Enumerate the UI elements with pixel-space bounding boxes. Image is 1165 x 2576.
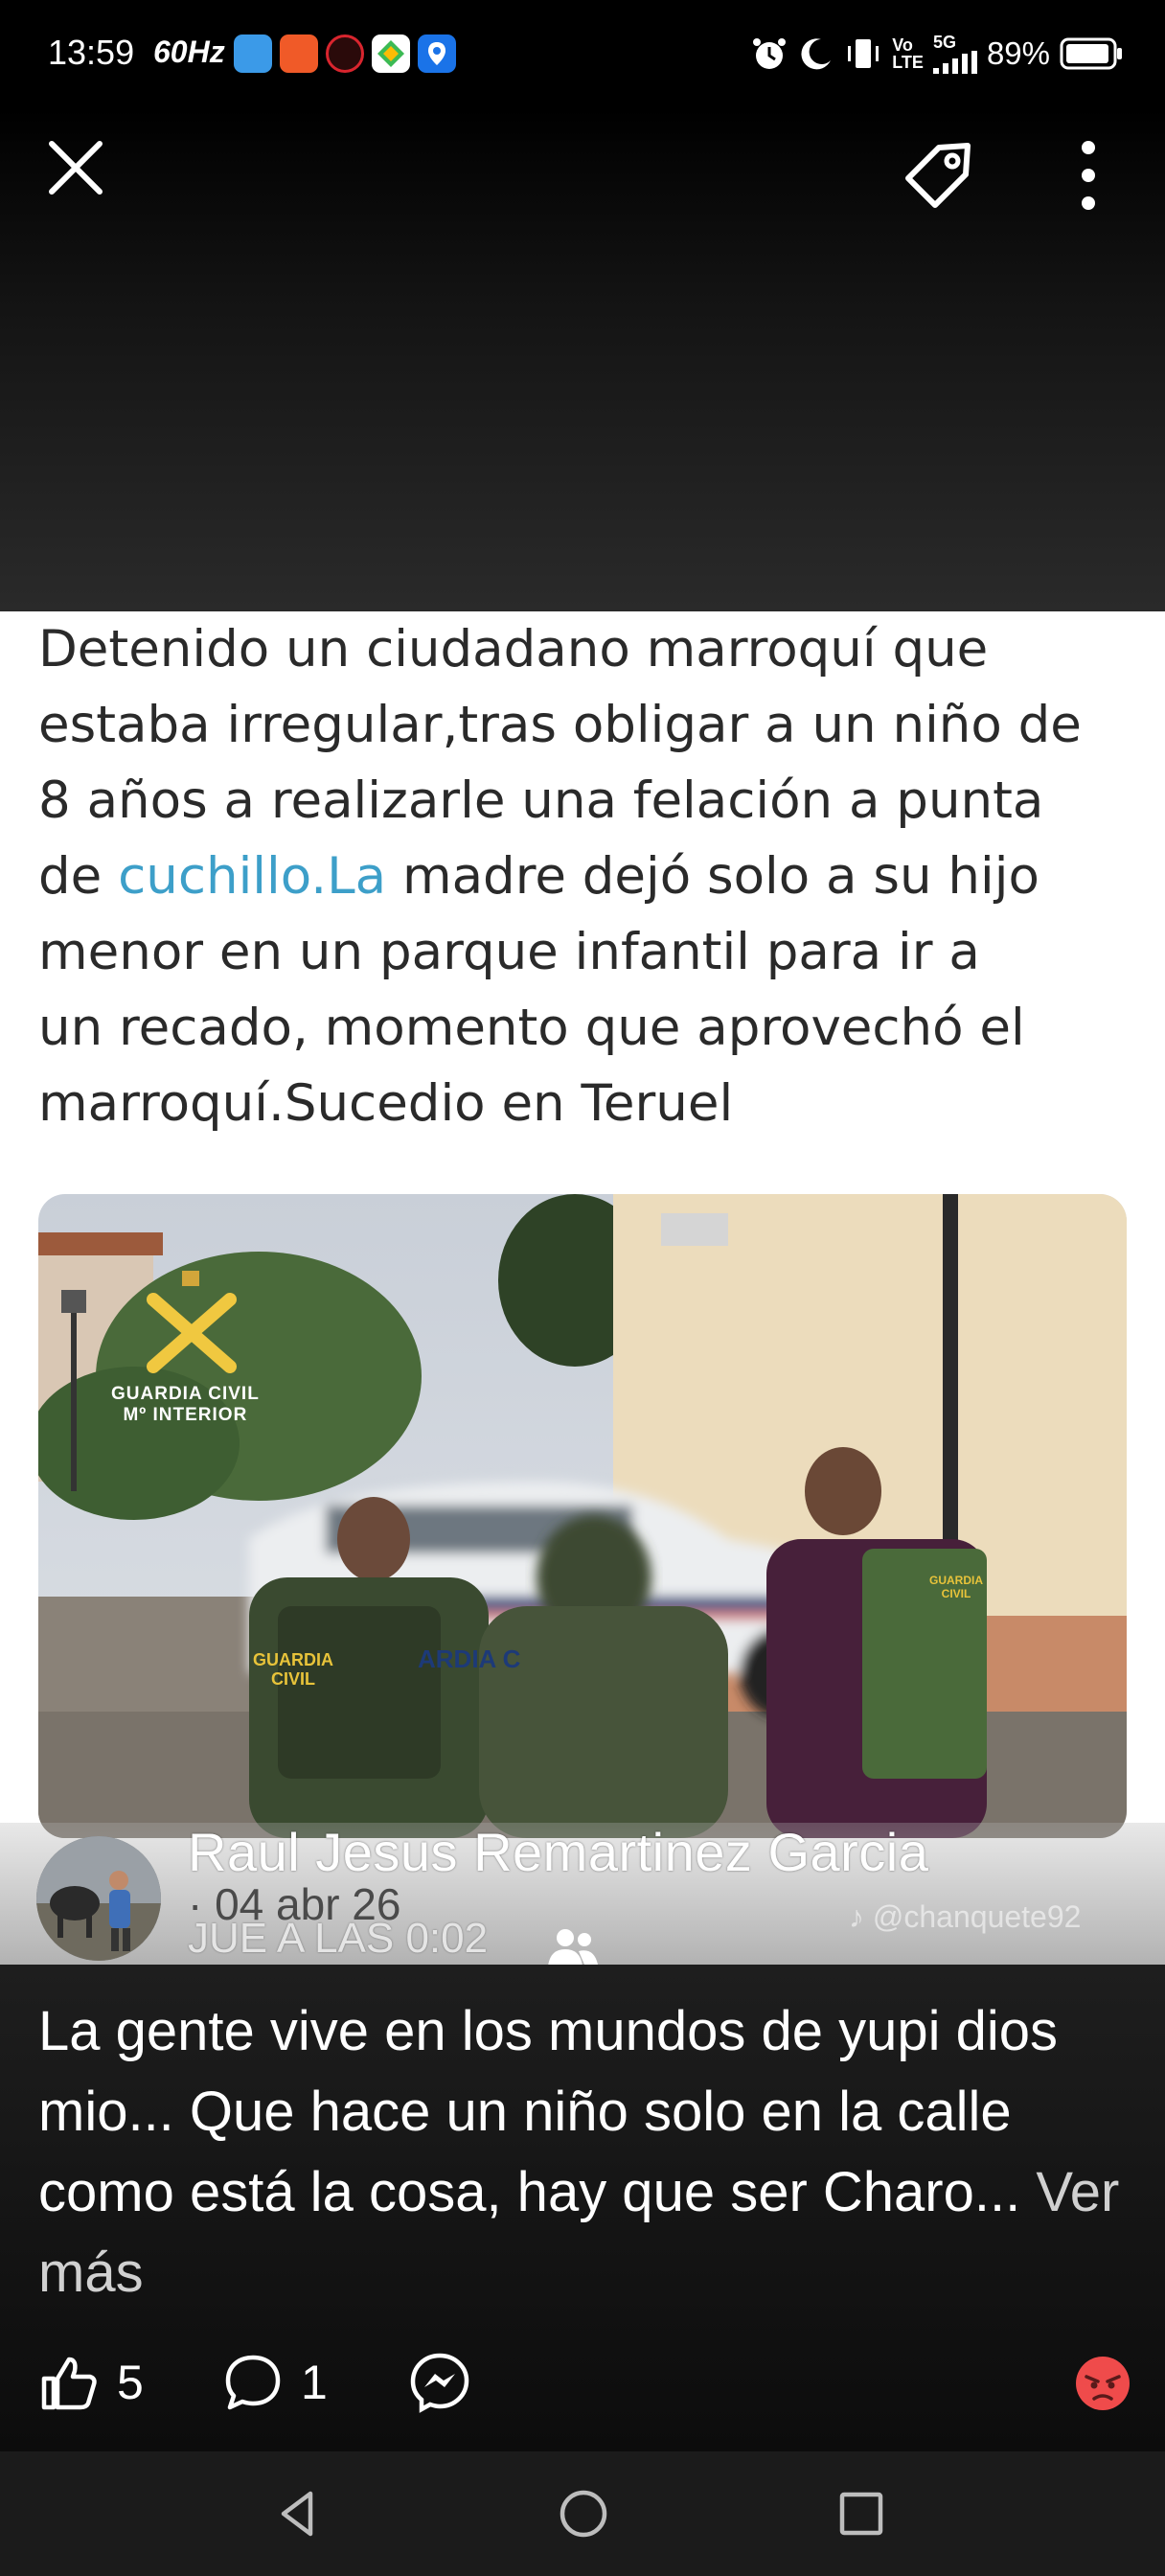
post-caption: La gente vive en los mundos de yupi dios… [38,1991,1131,2313]
signal-group: 5G [932,33,977,74]
like-count: 5 [117,2356,144,2409]
tag-button[interactable] [897,134,979,217]
alarm-icon [753,38,787,69]
puzzle-app-icon [280,34,318,73]
battery-percent: 89% [986,35,1050,71]
more-vertical-icon [1082,141,1095,210]
system-nav-bar [0,2451,1165,2576]
volte-top: Vo [892,35,913,55]
volte-indicator: Vo LTE [892,36,924,71]
tweet-text: Detenido un ciudadano marroquí que estab… [38,611,1131,1141]
signal-icon [932,51,977,74]
close-icon [49,141,103,195]
friends-audience-icon [548,1929,598,1965]
thumbs-up-icon [41,2357,97,2410]
status-time: 13:59 [48,33,135,72]
tweet-line: estaba irregular,tras obligar a un niño … [38,696,1082,754]
home-nav-icon[interactable] [550,2480,617,2547]
clock-app-icon [234,34,272,73]
location-app-icon [418,34,456,73]
battery-icon [1060,37,1122,70]
angry-reaction-icon[interactable] [1075,2356,1131,2411]
tweet-line: de cuchillo.La madre dejó solo a su hijo [38,839,1131,914]
tweet-line: un recado, momento que aprovechó el [38,999,1025,1057]
messenger-share-button[interactable] [408,2348,471,2417]
tweet-link: cuchillo.La [118,847,387,906]
vibrate-icon [848,39,879,68]
close-button[interactable] [42,134,109,201]
more-options-button[interactable] [1060,134,1117,217]
maps-app-icon [372,34,410,73]
caption-text: La gente vive en los mundos de yupi dios… [38,2000,1059,2223]
tag-icon [905,143,971,208]
tweet-line: 8 años a realizarle una felación a punta [38,771,1044,830]
tweet-line: menor en un parque infantil para ir a [38,923,980,981]
comment-count: 1 [301,2356,328,2409]
status-bar: 13:59 60Hz Vo LTE 5G 89% [0,0,1165,107]
news-photo: GUARDIA CIVIL Mº INTERIOR ARDIA C GUARDI… [38,1194,1127,1838]
post-timestamp: JUE A LAS 0:02 [188,1915,489,1962]
comment-button[interactable]: 1 [222,2348,328,2417]
like-button[interactable]: 5 [38,2348,144,2417]
status-right: Vo LTE 5G 89% [750,29,1123,79]
opera-app-icon [326,34,364,73]
refresh-rate: 60Hz [153,34,225,69]
comment-icon [225,2355,281,2410]
tweet-line: marroquí.Sucedio en Teruel [38,1074,734,1133]
tiktok-watermark: ♪ @chanquete92 [849,1899,1082,1934]
gc-badge-line: GUARDIA CIVIL [111,1384,260,1404]
dnd-moon-icon [801,38,832,70]
messenger-icon [410,2353,469,2413]
author-name: Raul Jesus Remartinez Garcia [188,1822,929,1882]
shared-image[interactable]: Detenido un ciudadano marroquí que estab… [0,611,1165,1965]
viewer-toolbar-area [0,107,1165,611]
volte-bottom: LTE [892,53,924,72]
vest-lettering-right: GUARDIA CIVIL [929,1574,983,1600]
car-lettering: ARDIA C [418,1644,521,1673]
recents-nav-icon[interactable] [828,2480,895,2547]
tweet-line-part: madre dejó solo a su hijo [386,847,1039,906]
gc-badge: GUARDIA CIVIL Mº INTERIOR [111,1384,260,1426]
back-nav-icon[interactable] [264,2480,331,2547]
tweet-line: Detenido un ciudadano marroquí que [38,620,989,678]
tweet-line-part: de [38,847,119,906]
gc-badge-line: Mº INTERIOR [123,1405,248,1425]
network-gen: 5G [932,33,956,52]
vest-lettering-left: GUARDIA CIVIL [253,1650,333,1689]
avatar [36,1836,161,1961]
